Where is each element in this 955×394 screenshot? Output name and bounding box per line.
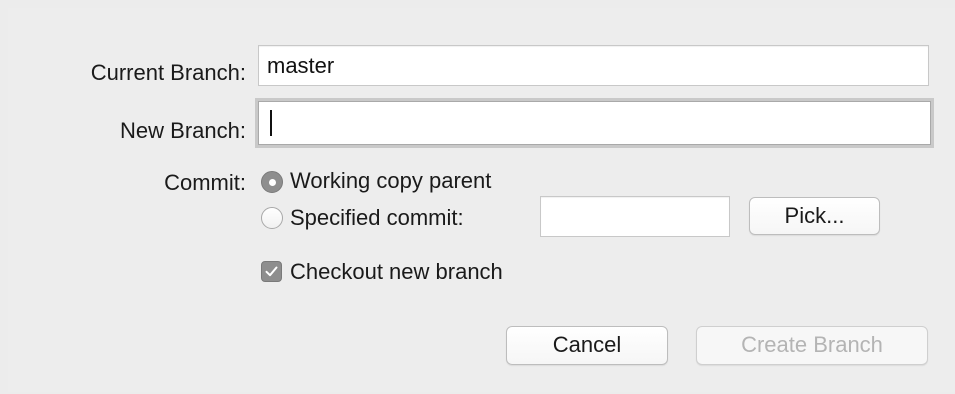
radio-dot-icon [269,179,276,186]
checkout-new-branch-label[interactable]: Checkout new branch [290,259,503,285]
text-caret [270,110,272,136]
specified-commit-input[interactable] [540,196,730,237]
specified-commit-label[interactable]: Specified commit: [290,205,464,231]
working-copy-parent-radio[interactable] [261,171,283,193]
checkmark-icon [265,266,278,277]
specified-commit-radio[interactable] [261,207,283,229]
pick-button[interactable]: Pick... [749,197,880,235]
create-branch-button[interactable]: Create Branch [696,326,928,365]
working-copy-parent-label[interactable]: Working copy parent [290,168,491,194]
cancel-button[interactable]: Cancel [506,326,668,365]
new-branch-input[interactable] [258,101,931,145]
checkout-new-branch-checkbox[interactable] [261,261,282,282]
create-branch-dialog: Current Branch: New Branch: Commit: Work… [8,8,955,392]
current-branch-field[interactable] [258,45,929,86]
commit-label: Commit: [164,170,246,195]
new-branch-label: New Branch: [120,118,246,143]
current-branch-label: Current Branch: [90,60,246,85]
